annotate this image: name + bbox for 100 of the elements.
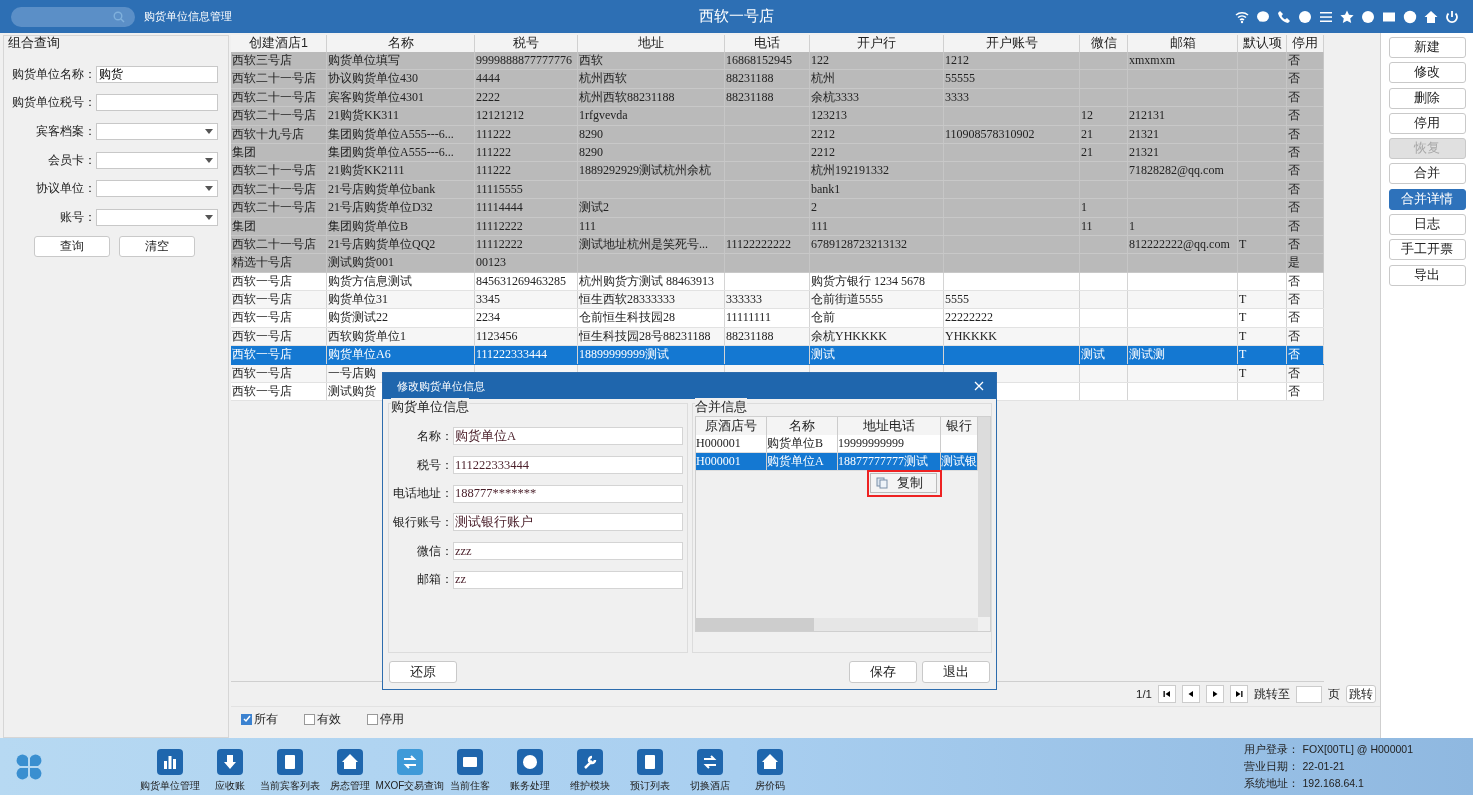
swap-icon[interactable]: [697, 748, 723, 775]
field-label: 微信：: [416, 543, 453, 559]
search-field[interactable]: [11, 6, 135, 27]
table-cell: 845631269463285: [475, 272, 578, 291]
table-row[interactable]: 西软二十一号店 21号店购货单位D32 11114444 测试2 2 1 否: [231, 199, 1324, 218]
text-field[interactable]: zzz: [453, 542, 683, 561]
action-button[interactable]: 合并: [1388, 163, 1466, 185]
power-icon[interactable]: [1445, 9, 1459, 24]
menu-icon[interactable]: [1319, 9, 1333, 24]
menu-item[interactable]: 复制: [871, 474, 936, 492]
filter-checkbox[interactable]: 有效: [304, 710, 341, 728]
text-field[interactable]: 购货单位A: [453, 427, 683, 446]
table-cell: 购货测试22: [327, 309, 475, 327]
home-icon[interactable]: [1424, 9, 1438, 24]
close-icon[interactable]: [974, 381, 984, 391]
table-cell: 4444: [475, 70, 578, 88]
prev-page-button[interactable]: [1182, 685, 1200, 703]
taskbar-label[interactable]: 应收账: [215, 778, 245, 793]
table-cell: 杭州购货方测试 88463913: [578, 272, 725, 291]
first-page-button[interactable]: [1158, 685, 1176, 703]
text-field[interactable]: zz: [453, 570, 683, 589]
taskbar-label[interactable]: 维护模块: [570, 778, 610, 793]
dialog-button[interactable]: 还原: [389, 661, 457, 683]
taskbar-label[interactable]: 账务处理: [510, 778, 550, 793]
action-button[interactable]: 新建: [1388, 37, 1466, 58]
jump-button[interactable]: 跳转: [1346, 685, 1376, 703]
field-label: 银行账号：: [392, 514, 453, 530]
checkbox[interactable]: [367, 713, 378, 725]
table-cell: 333333: [725, 291, 810, 309]
table-row[interactable]: 西软一号店 购货单位A6 111222333444 18899999999测试 测试 测试 测试测 T 否: [231, 346, 1324, 365]
download-icon[interactable]: [217, 748, 243, 775]
checkbox[interactable]: [304, 713, 315, 725]
table-row[interactable]: H000001 购货单位A 18877777777测试 测试银: [696, 453, 978, 471]
filter-button[interactable]: 查询: [34, 235, 110, 257]
table-cell: 是: [1287, 254, 1324, 272]
table-cell: 19999999999: [838, 435, 941, 452]
house-icon[interactable]: [757, 748, 783, 775]
taskbar-label[interactable]: 房价码: [755, 778, 785, 793]
filter-checkbox[interactable]: 所有: [241, 710, 278, 728]
taskbar-label[interactable]: 切换酒店: [690, 778, 730, 793]
phone-icon[interactable]: [1277, 9, 1291, 24]
swap-icon[interactable]: [397, 748, 423, 775]
table-cell: 西软二十一号店: [231, 180, 327, 199]
caret-icon: [205, 186, 213, 192]
dialog-button[interactable]: 保存: [849, 661, 917, 683]
field-label: 协议单位：: [35, 181, 96, 197]
dialog-button[interactable]: 退出: [922, 661, 990, 683]
action-button[interactable]: 手工开票: [1388, 239, 1466, 261]
table-row[interactable]: 精选十号店 测试购货001 00123 是: [231, 254, 1324, 273]
taskbar-label[interactable]: 购货单位管理: [140, 778, 200, 793]
table-row[interactable]: H000001 购货单位B 19999999999: [696, 435, 978, 453]
taskbar-label[interactable]: 预订列表: [630, 778, 670, 793]
taskbar-label[interactable]: 房态管理: [330, 778, 370, 793]
filter-button[interactable]: 清空: [119, 235, 195, 257]
table-row[interactable]: 西软三号店 购货单位填写 9999888877777776 西软 16868152945 122 1212 xmxmxm 否: [231, 52, 1324, 71]
last-icon: [1235, 690, 1243, 698]
filter-checkbox[interactable]: 停用: [367, 710, 404, 728]
action-button[interactable]: 删除: [1388, 87, 1466, 109]
text-field[interactable]: [96, 94, 218, 112]
dropdown-field[interactable]: [96, 180, 218, 198]
taskbar-label[interactable]: 当前宾客列表: [260, 778, 320, 793]
text-field[interactable]: 111222333444: [453, 456, 683, 475]
house-icon[interactable]: [337, 748, 363, 775]
dropdown-field[interactable]: [96, 123, 218, 140]
wrench-icon[interactable]: [577, 748, 603, 775]
table-cell: 111222333444: [475, 346, 578, 364]
dropdown-field[interactable]: [96, 208, 218, 226]
dropdown-field[interactable]: [96, 151, 218, 169]
horizontal-scrollbar[interactable]: [696, 618, 978, 631]
table-cell: 111222: [475, 125, 578, 143]
table-cell: 西软二十一号店: [231, 88, 327, 107]
taskbar-label[interactable]: MXOF交易查询: [375, 778, 445, 793]
vertical-scrollbar[interactable]: [978, 417, 990, 617]
action-button[interactable]: 修改: [1388, 62, 1466, 84]
text-field[interactable]: 购货: [96, 65, 218, 83]
table-cell: 集团购货单位A555---6...: [327, 143, 475, 162]
table-row[interactable]: 西软二十一号店 协议购货单位430 4444 杭州西软 88231188 杭州 55555 否: [231, 70, 1324, 89]
table-cell: 西软二十一号店: [231, 107, 327, 125]
action-button[interactable]: 停用: [1388, 112, 1466, 134]
last-page-button[interactable]: [1230, 685, 1248, 703]
checkbox[interactable]: [241, 713, 252, 725]
action-button[interactable]: 日志: [1388, 214, 1466, 236]
star-icon[interactable]: [1340, 9, 1354, 24]
action-button[interactable]: 合并详情: [1388, 188, 1466, 210]
table-cell: 1212: [944, 52, 1080, 70]
table-cell: H000001: [696, 435, 767, 452]
text-field[interactable]: 测试银行账户: [453, 513, 683, 532]
action-button[interactable]: 导出: [1388, 264, 1466, 286]
table-cell: 否: [1287, 52, 1324, 70]
wifi-icon[interactable]: [1235, 9, 1249, 24]
table-cell: 集团: [231, 143, 327, 162]
taskbar-label[interactable]: 当前住客: [450, 778, 490, 793]
text-field[interactable]: 188777*******: [453, 484, 683, 503]
table-row[interactable]: 西软一号店 购货单位31 3345 恒生西软28333333 333333 仓前街道5555 5555 T 否: [231, 291, 1324, 310]
next-page-button[interactable]: [1206, 685, 1224, 703]
table-row[interactable]: 西软二十一号店 21购货KK311 12121212 1rfgvevda 123213 12 212131 否: [231, 107, 1324, 126]
table-row[interactable]: 西软二十一号店 21购货KK2111 111222 1889292929测试杭州余杭 杭州192191332 71828282@qq.com 否: [231, 162, 1324, 181]
chart-icon[interactable]: [157, 748, 183, 775]
page-input[interactable]: [1296, 685, 1322, 703]
table-row[interactable]: 西软一号店 购货测试22 2234 仓前恒生科技园28 11111111 仓前 22222222 T 否: [231, 309, 1324, 328]
